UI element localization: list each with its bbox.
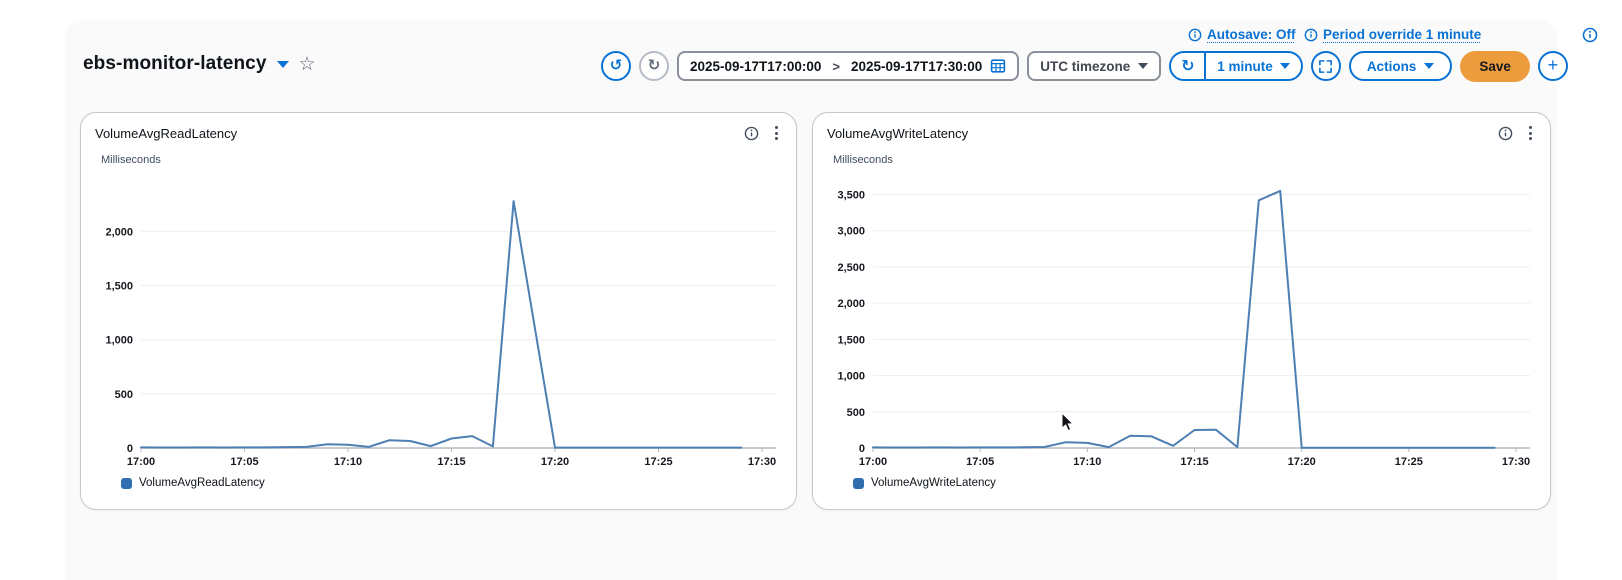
favorite-star-icon[interactable]: ☆ — [299, 54, 316, 74]
svg-text:500: 500 — [847, 407, 865, 419]
svg-text:17:20: 17:20 — [1288, 456, 1316, 468]
svg-text:2,000: 2,000 — [837, 298, 865, 310]
widget-info-icon[interactable] — [744, 126, 759, 141]
svg-text:17:30: 17:30 — [1502, 456, 1530, 468]
svg-text:0: 0 — [127, 443, 133, 455]
info-icon — [1304, 28, 1318, 41]
dashboard-title-row: ebs-monitor-latency ☆ — [83, 53, 316, 75]
fullscreen-button[interactable] — [1310, 51, 1341, 81]
svg-text:17:25: 17:25 — [644, 456, 672, 468]
svg-text:17:00: 17:00 — [127, 456, 155, 468]
redo-icon: ↻ — [647, 56, 661, 74]
undo-button[interactable]: ↺ — [601, 51, 631, 81]
svg-text:2,000: 2,000 — [105, 226, 133, 238]
refresh-interval-label: 1 minute — [1217, 58, 1273, 74]
legend-label: VolumeAvgReadLatency — [139, 477, 265, 489]
save-button[interactable]: Save — [1460, 50, 1530, 82]
svg-text:17:30: 17:30 — [748, 456, 776, 468]
svg-text:17:25: 17:25 — [1395, 456, 1423, 468]
widget-info-icon[interactable] — [1498, 126, 1513, 141]
timezone-label: UTC timezone — [1040, 58, 1131, 74]
refresh-icon: ↻ — [1181, 55, 1195, 75]
svg-text:17:15: 17:15 — [437, 456, 465, 468]
legend-swatch — [121, 477, 132, 489]
svg-text:1,000: 1,000 — [105, 335, 133, 347]
timezone-dropdown[interactable]: UTC timezone — [1027, 51, 1162, 81]
actions-label: Actions — [1366, 58, 1417, 74]
dashboard-select-caret-icon[interactable] — [276, 60, 289, 68]
svg-text:1,500: 1,500 — [837, 334, 865, 346]
page-title: ebs-monitor-latency — [83, 53, 267, 74]
svg-text:1,500: 1,500 — [105, 281, 133, 293]
legend-item[interactable]: VolumeAvgReadLatency — [121, 477, 784, 489]
fullscreen-icon — [1319, 59, 1333, 73]
svg-text:17:05: 17:05 — [230, 456, 258, 468]
svg-text:2,500: 2,500 — [837, 262, 865, 274]
time-range-end: 2025-09-17T17:30:00 — [850, 58, 983, 74]
svg-text:17:20: 17:20 — [541, 456, 569, 468]
time-range-start: 2025-09-17T17:00:00 — [690, 58, 822, 74]
info-icon — [1582, 27, 1598, 43]
svg-text:17:10: 17:10 — [334, 456, 362, 468]
refresh-control: ↻ 1 minute — [1169, 51, 1303, 81]
y-axis-unit-label: Milliseconds — [833, 154, 893, 166]
svg-text:3,000: 3,000 — [837, 226, 865, 238]
period-override-link[interactable]: Period override 1 minute — [1304, 27, 1481, 42]
legend-swatch — [853, 477, 864, 489]
legend-item[interactable]: VolumeAvgWriteLatency — [853, 477, 1538, 489]
undo-icon: ↺ — [609, 56, 623, 74]
save-label: Save — [1479, 58, 1511, 74]
mouse-cursor — [1061, 412, 1075, 432]
time-range-picker[interactable]: 2025-09-17T17:00:00 > 2025-09-17T17:30:0… — [677, 51, 1020, 81]
refresh-button[interactable]: ↻ — [1171, 53, 1204, 79]
svg-text:17:00: 17:00 — [859, 456, 887, 468]
actions-caret-icon — [1424, 63, 1435, 69]
write-latency-chart[interactable]: 0 500 1,000 1,500 2,000 2,500 3,000 3,500 17:00 1… — [827, 168, 1538, 472]
actions-dropdown[interactable]: Actions — [1348, 51, 1453, 81]
redo-button[interactable]: ↻ — [639, 51, 669, 81]
read-latency-chart[interactable]: 0 500 1,000 1,500 2,000 17:00 17:05 17:10 17:15 1… — [95, 168, 784, 472]
period-override-label: Period override 1 minute — [1323, 27, 1482, 42]
svg-text:500: 500 — [115, 389, 133, 401]
svg-text:1,000: 1,000 — [837, 371, 865, 383]
add-widget-button[interactable]: + — [1537, 51, 1568, 81]
chart-title: VolumeAvgReadLatency — [95, 125, 238, 141]
time-range-separator: > — [832, 58, 840, 74]
svg-text:17:15: 17:15 — [1180, 456, 1208, 468]
calendar-icon[interactable] — [990, 58, 1006, 74]
refresh-interval-dropdown[interactable]: 1 minute — [1206, 53, 1301, 79]
svg-text:17:10: 17:10 — [1073, 456, 1101, 468]
svg-text:0: 0 — [859, 443, 865, 455]
widget-menu-icon[interactable] — [1527, 124, 1534, 142]
autosave-label: Autosave: Off — [1207, 27, 1296, 42]
widget-menu-icon[interactable] — [773, 124, 780, 142]
info-icon — [1188, 28, 1202, 41]
svg-text:17:05: 17:05 — [966, 456, 994, 468]
timezone-caret-icon — [1138, 63, 1149, 69]
autosave-link[interactable]: Autosave: Off — [1188, 27, 1296, 42]
refresh-interval-caret-icon — [1279, 63, 1290, 69]
widget-write-latency: VolumeAvgWriteLatency Milliseconds 0 500 1… — [812, 112, 1551, 510]
plus-icon: + — [1547, 55, 1559, 75]
chart-title: VolumeAvgWriteLatency — [827, 125, 969, 141]
y-axis-unit-label: Milliseconds — [101, 154, 161, 166]
toolbar: ↺ ↻ 2025-09-17T17:00:00 > 2025-09-17T17:… — [601, 50, 1568, 82]
svg-text:3,500: 3,500 — [837, 189, 865, 201]
page-help-button[interactable] — [1582, 27, 1598, 43]
legend-label: VolumeAvgWriteLatency — [871, 477, 996, 489]
widget-read-latency: VolumeAvgReadLatency Milliseconds 0 500 1,… — [80, 112, 797, 510]
